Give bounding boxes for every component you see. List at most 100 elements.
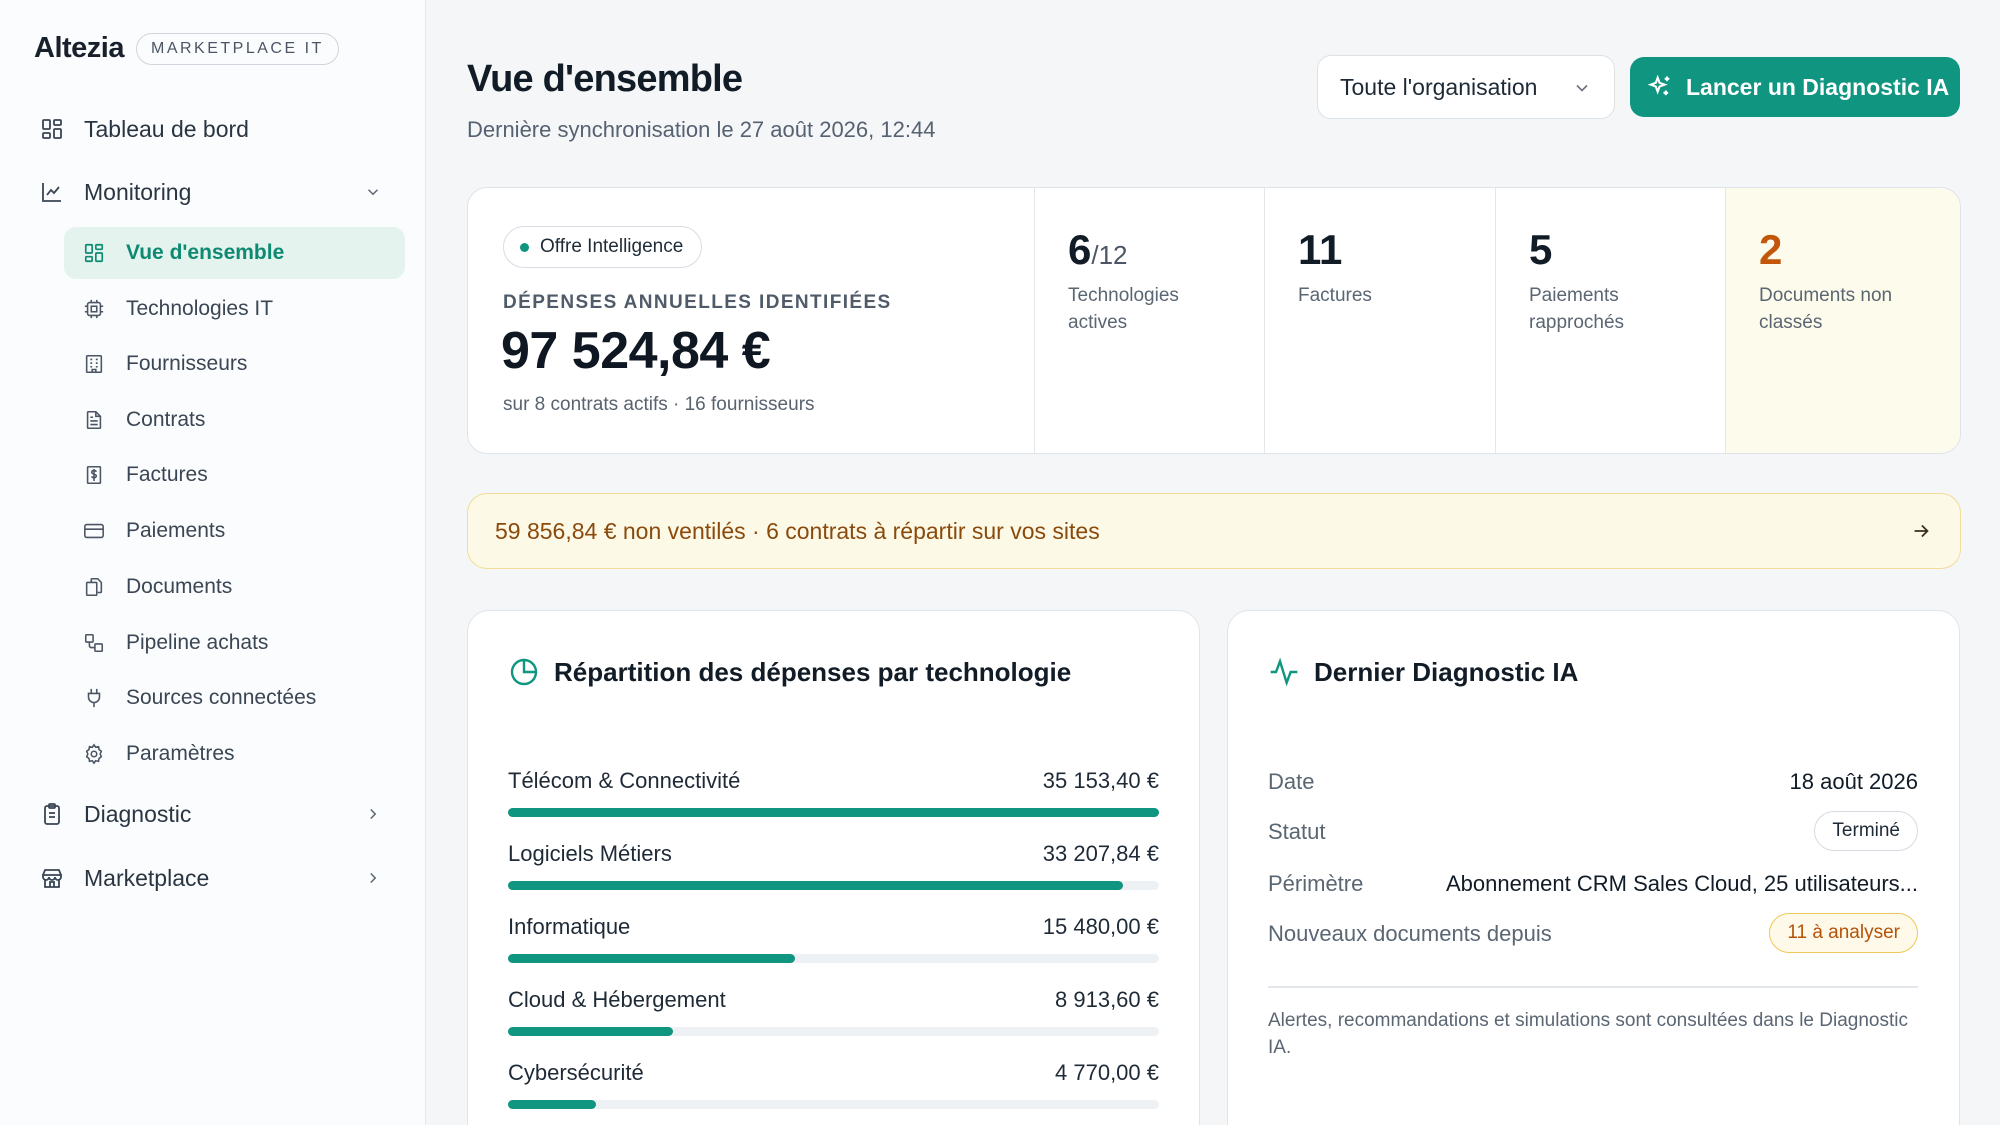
kpi-documents-non-classes[interactable]: 2 Documents non classés (1725, 188, 1960, 453)
card-title: Répartition des dépenses par technologie (508, 656, 1071, 688)
sidebar-item-fournisseurs[interactable]: Fournisseurs (64, 338, 405, 390)
clipboard-icon (38, 800, 66, 828)
pie-chart-icon (508, 656, 540, 688)
breakdown-bar-fill (508, 954, 795, 963)
grid-icon (38, 115, 66, 143)
brand-badge: MARKETPLACE IT (135, 32, 339, 65)
breakdown-bar-fill (508, 1100, 597, 1109)
breakdown-bar-track (508, 954, 1159, 963)
sidebar-item-label: Vue d'ensemble (126, 241, 285, 264)
kpi-invoices-label: Factures (1298, 285, 1372, 306)
diagnostic-scope-label: Périmètre (1268, 871, 1364, 896)
page-title: Vue d'ensemble (467, 58, 743, 100)
sidebar-item-label: Paiements (126, 519, 226, 542)
sidebar-item-label: Factures (126, 463, 208, 486)
spend-label: DÉPENSES ANNUELLES IDENTIFIÉES (503, 292, 892, 313)
cpu-icon (82, 297, 106, 321)
kpi-technologies[interactable]: 6/12 Technologies actives (1034, 188, 1264, 453)
breakdown-bar-fill (508, 881, 1123, 890)
kpi-tech-total: /12 (1091, 240, 1128, 270)
nav-item-monitoring[interactable]: Monitoring (38, 178, 379, 206)
chevron-down-icon (1572, 77, 1592, 104)
nav-item-label: Diagnostic (84, 800, 192, 827)
breakdown-label: Cybersécurité (508, 1060, 644, 1085)
chevron-right-icon[interactable] (362, 867, 384, 889)
kpi-factures[interactable]: 11 Factures (1264, 188, 1495, 453)
allocation-banner[interactable]: 59 856,84 € non ventilés · 6 contrats à … (467, 493, 1961, 569)
newdocs-badge[interactable]: 11 à analyser (1769, 913, 1918, 953)
diagnostic-status-label: Statut (1268, 819, 1326, 844)
status-dot (520, 242, 529, 252)
card-title: Dernier Diagnostic IA (1268, 656, 1578, 688)
line-chart-icon (38, 178, 66, 206)
kpi-unclassified-label: Documents non classés (1759, 285, 1893, 333)
sidebar-item-documents[interactable]: Documents (64, 561, 405, 613)
launch-diagnostic-button[interactable]: Lancer un Diagnostic IA (1630, 57, 1960, 117)
nav-item-marketplace[interactable]: Marketplace (38, 864, 377, 892)
spend-breakdown-card: Répartition des dépenses par technologie… (467, 610, 1200, 1125)
sidebar: Altezia MARKETPLACE IT Tableau de bord M… (0, 0, 426, 1125)
spend-subtitle: sur 8 contrats actifs · 16 fournisseurs (503, 394, 815, 415)
breakdown-bar-track (508, 1100, 1159, 1109)
sidebar-item-paiements[interactable]: Paiements (64, 505, 405, 557)
breakdown-bar-track (508, 881, 1159, 890)
last-diagnostic-card: Dernier Diagnostic IA Date 18 août 2026 … (1227, 610, 1960, 1125)
plug-icon (82, 686, 106, 710)
sparkles-icon (1646, 73, 1674, 101)
breakdown-amount: 8 913,60 € (1055, 987, 1159, 1012)
sidebar-item-label: Documents (126, 575, 233, 598)
breakdown-bar-fill (508, 1027, 674, 1036)
breakdown-amount: 33 207,84 € (1042, 841, 1159, 866)
building-icon (82, 352, 106, 376)
breakdown-label: Télécom & Connectivité (508, 768, 741, 793)
divider (1268, 986, 1918, 988)
diagnostic-note: Alertes, recommandations et simulations … (1268, 1010, 1908, 1058)
brand[interactable]: Altezia MARKETPLACE IT (34, 32, 339, 65)
diagnostic-title: Dernier Diagnostic IA (1314, 656, 1579, 687)
sidebar-item-label: Pipeline achats (126, 631, 269, 654)
sidebar-item-contrats[interactable]: Contrats (64, 394, 405, 446)
kpi-payments-value: 5 (1529, 226, 1553, 273)
breakdown-bar-track (508, 808, 1159, 817)
brand-logo[interactable]: Altezia (34, 32, 124, 65)
diagnostic-newdocs-label: Nouveaux documents depuis (1268, 921, 1552, 946)
sidebar-item-label: Contrats (126, 408, 206, 431)
sidebar-item-label: Technologies IT (126, 297, 274, 320)
breakdown-title: Répartition des dépenses par technologie (554, 656, 1072, 687)
organisation-select[interactable]: Toute l'organisation (1317, 55, 1615, 119)
pipeline-icon (82, 631, 106, 655)
sidebar-item-factures[interactable]: Factures (64, 449, 405, 501)
nav-item-label: Marketplace (84, 864, 210, 891)
breakdown-bar-fill (508, 808, 1159, 817)
nav-item-diagnostic[interactable]: Diagnostic (38, 800, 377, 828)
organisation-select-value: Toute l'organisation (1340, 73, 1538, 100)
allocation-banner-text: 59 856,84 € non ventilés · 6 contrats à … (495, 517, 1100, 544)
chevron-right-icon[interactable] (362, 803, 384, 825)
breakdown-label: Logiciels Métiers (508, 841, 672, 866)
gear-icon (82, 742, 106, 766)
sidebar-item-parametres[interactable]: Paramètres (64, 728, 405, 780)
nav-item-tableau-de-bord[interactable]: Tableau de bord (38, 115, 249, 143)
kpi-payments-label: Paiements rapprochés (1529, 285, 1625, 333)
sidebar-item-pipeline[interactable]: Pipeline achats (64, 617, 405, 669)
chevron-down-icon[interactable] (362, 181, 384, 203)
store-icon (38, 864, 66, 892)
kpi-card: Offre Intelligence DÉPENSES ANNUELLES ID… (467, 187, 1961, 454)
breakdown-amount: 4 770,00 € (1055, 1060, 1159, 1085)
arrow-right-icon (1910, 520, 1932, 548)
kpi-tech-label: Technologies actives (1068, 285, 1179, 333)
sidebar-item-sources[interactable]: Sources connectées (64, 672, 405, 724)
sync-status: Dernière synchronisation le 27 août 2026… (467, 117, 936, 142)
breakdown-bar-track (508, 1027, 1159, 1036)
files-icon (82, 575, 106, 599)
breakdown-label: Informatique (508, 914, 631, 939)
kpi-tech-active: 6 (1068, 226, 1092, 273)
sidebar-item-technologies[interactable]: Technologies IT (64, 283, 405, 335)
offer-label: Offre Intelligence (540, 236, 684, 257)
status-badge: Terminé (1814, 811, 1918, 851)
launch-diagnostic-label: Lancer un Diagnostic IA (1686, 73, 1950, 100)
offer-badge: Offre Intelligence (503, 226, 703, 268)
kpi-paiements[interactable]: 5 Paiements rapprochés (1495, 188, 1725, 453)
nav-item-label: Monitoring (84, 178, 192, 205)
sidebar-item-vue-ensemble[interactable]: Vue d'ensemble (64, 227, 405, 279)
